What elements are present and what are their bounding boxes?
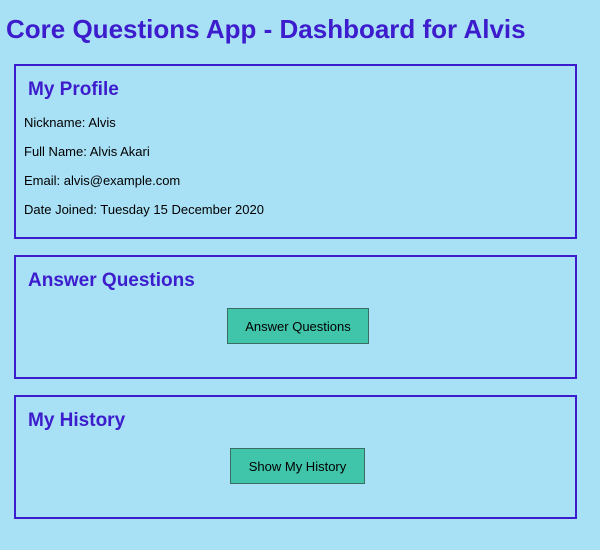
date-joined-row: Date JoinedTuesday 15 December 2020 <box>24 202 264 217</box>
date-joined-value: Tuesday 15 December 2020 <box>100 202 264 217</box>
history-heading: My History <box>28 410 126 431</box>
page-title: Core Questions App - Dashboard for Alvis <box>6 14 526 44</box>
answer-questions-button[interactable]: Answer Questions <box>227 308 369 344</box>
answer-questions-heading: Answer Questions <box>28 270 195 291</box>
full-name-value: Alvis Akari <box>89 144 150 159</box>
email-row: Emailalvis@example.com <box>24 173 180 188</box>
answer-questions-panel: Answer Questions Answer Questions <box>14 255 577 379</box>
profile-heading: My Profile <box>28 79 119 100</box>
nickname-value: Alvis <box>88 115 116 130</box>
profile-panel: My Profile NicknameAlvis Full NameAlvis … <box>14 64 577 239</box>
email-value: alvis@example.com <box>63 173 181 188</box>
full-name-label: Full Name <box>24 144 90 159</box>
nickname-label: Nickname <box>24 115 88 130</box>
date-joined-label: Date Joined <box>24 202 100 217</box>
history-panel: My History Show My History <box>14 395 577 519</box>
email-label: Email <box>24 173 64 188</box>
nickname-row: NicknameAlvis <box>24 115 116 130</box>
full-name-row: Full NameAlvis Akari <box>24 144 150 159</box>
show-history-button[interactable]: Show My History <box>230 448 365 484</box>
